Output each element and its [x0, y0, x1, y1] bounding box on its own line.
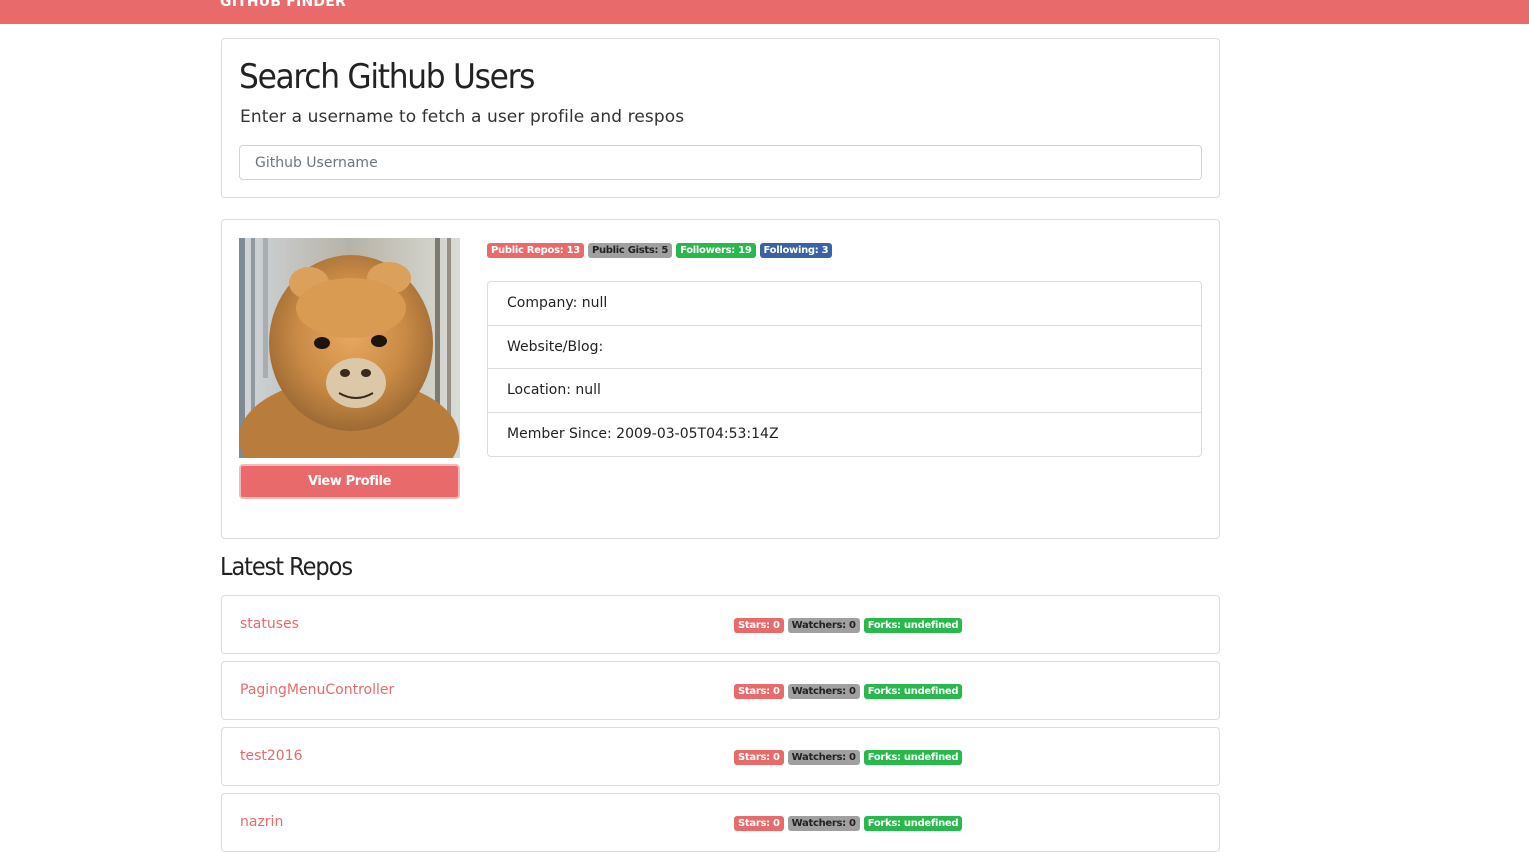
brand-link[interactable]: GITHUB FINDER [220, 0, 346, 10]
forks-badge: Forks: undefined [863, 816, 963, 831]
alpaca-avatar-image [239, 238, 460, 458]
stars-badge: Stars: 0 [734, 816, 784, 831]
location-item: Location: null [488, 369, 1201, 413]
profile-info-list: Company: null Website/Blog: Location: nu… [487, 281, 1202, 457]
watchers-badge: Watchers: 0 [787, 618, 860, 633]
stars-badge: Stars: 0 [734, 684, 784, 699]
followers-badge: Followers: 19 [676, 243, 756, 258]
forks-badge: Forks: undefined [863, 750, 963, 765]
repo-badges: Stars: 0 Watchers: 0 Forks: undefined [734, 816, 963, 831]
profile-badges: Public Repos: 13 Public Gists: 5 Followe… [487, 243, 833, 258]
page-title: Search Github Users [239, 57, 535, 97]
top-navbar: GITHUB FINDER [0, 0, 1529, 24]
forks-badge: Forks: undefined [863, 684, 963, 699]
repo-badges: Stars: 0 Watchers: 0 Forks: undefined [734, 618, 963, 633]
public-repos-badge: Public Repos: 13 [487, 243, 584, 258]
member-since-item: Member Since: 2009-03-05T04:53:14Z [507, 426, 779, 443]
watchers-badge: Watchers: 0 [787, 816, 860, 831]
latest-repos-heading: Latest Repos [220, 552, 353, 581]
avatar [239, 238, 460, 458]
repo-link[interactable]: nazrin [240, 814, 283, 830]
repo-card: test2016 Stars: 0 Watchers: 0 Forks: und… [221, 727, 1220, 786]
company-item: Company: null [488, 282, 1201, 326]
search-card: Search Github Users Enter a username to … [221, 38, 1220, 198]
repo-card: PagingMenuController Stars: 0 Watchers: … [221, 661, 1220, 720]
repo-link[interactable]: PagingMenuController [240, 682, 394, 698]
stars-badge: Stars: 0 [734, 750, 784, 765]
stars-badge: Stars: 0 [734, 618, 784, 633]
repo-link[interactable]: statuses [240, 616, 299, 632]
forks-badge: Forks: undefined [863, 618, 963, 633]
repo-link[interactable]: test2016 [240, 748, 303, 764]
repo-card: statuses Stars: 0 Watchers: 0 Forks: und… [221, 595, 1220, 654]
repo-badges: Stars: 0 Watchers: 0 Forks: undefined [734, 684, 963, 699]
watchers-badge: Watchers: 0 [787, 684, 860, 699]
profile-card: View Profile Public Repos: 13 Public Gis… [221, 219, 1220, 539]
website-item: Website/Blog: [488, 326, 1201, 369]
repo-card: nazrin Stars: 0 Watchers: 0 Forks: undef… [221, 793, 1220, 852]
repo-badges: Stars: 0 Watchers: 0 Forks: undefined [734, 750, 963, 765]
public-gists-badge: Public Gists: 5 [587, 243, 673, 258]
search-input[interactable] [239, 145, 1202, 180]
view-profile-button[interactable]: View Profile [239, 464, 460, 499]
search-subtitle: Enter a username to fetch a user profile… [240, 107, 685, 127]
following-badge: Following: 3 [759, 243, 833, 258]
watchers-badge: Watchers: 0 [787, 750, 860, 765]
